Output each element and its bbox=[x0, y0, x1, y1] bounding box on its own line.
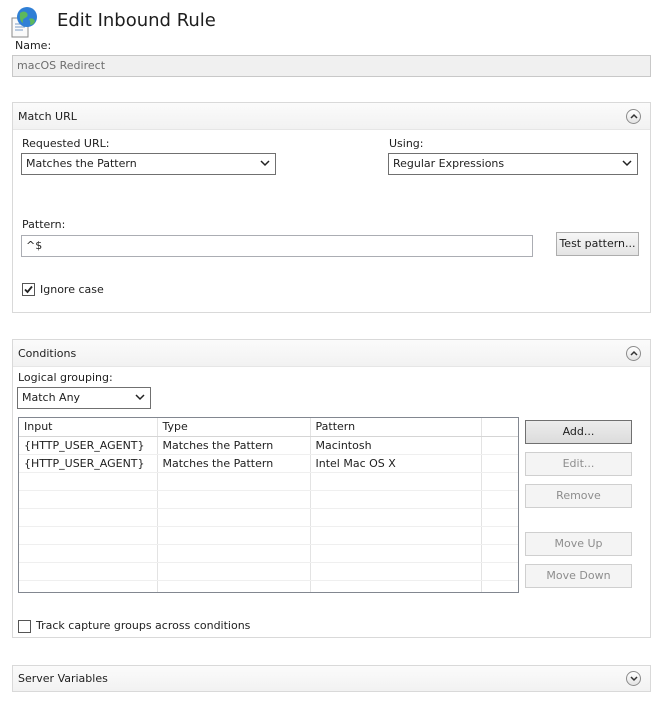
chevron-down-icon bbox=[622, 160, 632, 167]
chevron-down-icon bbox=[135, 394, 145, 401]
table-row[interactable]: {HTTP_USER_AGENT} Matches the Pattern Ma… bbox=[19, 436, 518, 455]
cell-type: Matches the Pattern bbox=[157, 454, 311, 473]
requested-url-select[interactable]: Matches the Pattern bbox=[21, 153, 276, 175]
server-variables-section: Server Variables bbox=[12, 665, 651, 692]
edit-condition-button[interactable]: Edit... bbox=[525, 452, 632, 476]
logical-grouping-select[interactable]: Match Any bbox=[17, 387, 151, 409]
logical-grouping-value: Match Any bbox=[22, 391, 81, 404]
empty-row bbox=[19, 472, 518, 491]
server-variables-title: Server Variables bbox=[18, 672, 108, 685]
server-variables-header[interactable]: Server Variables bbox=[13, 666, 650, 691]
empty-row bbox=[19, 544, 518, 563]
using-label: Using: bbox=[389, 137, 424, 150]
table-row[interactable]: {HTTP_USER_AGENT} Matches the Pattern In… bbox=[19, 454, 518, 473]
cell-pattern: Intel Mac OS X bbox=[310, 454, 482, 473]
requested-url-label: Requested URL: bbox=[22, 137, 110, 150]
column-header-input[interactable]: Input bbox=[19, 418, 158, 437]
chevron-up-circle-icon[interactable] bbox=[626, 346, 641, 361]
using-select[interactable]: Regular Expressions bbox=[388, 153, 638, 175]
cell-filler bbox=[481, 454, 518, 473]
match-url-section: Match URL bbox=[12, 102, 651, 313]
conditions-header[interactable]: Conditions bbox=[13, 340, 650, 367]
match-url-header[interactable]: Match URL bbox=[13, 103, 650, 130]
cell-input: {HTTP_USER_AGENT} bbox=[19, 454, 158, 473]
ignore-case-label: Ignore case bbox=[40, 283, 104, 296]
using-value: Regular Expressions bbox=[393, 157, 505, 170]
conditions-table[interactable]: Input Type Pattern {HTTP_USER_AGENT} Mat… bbox=[18, 417, 519, 593]
requested-url-value: Matches the Pattern bbox=[26, 157, 137, 170]
conditions-title: Conditions bbox=[18, 347, 77, 360]
move-up-button[interactable]: Move Up bbox=[525, 532, 632, 556]
page-title: Edit Inbound Rule bbox=[57, 10, 216, 31]
name-label: Name: bbox=[15, 39, 52, 52]
column-header-filler bbox=[481, 418, 518, 437]
test-pattern-button[interactable]: Test pattern... bbox=[556, 232, 639, 256]
cell-type: Matches the Pattern bbox=[157, 436, 311, 455]
logical-grouping-label: Logical grouping: bbox=[18, 371, 113, 384]
empty-row bbox=[19, 526, 518, 545]
cell-filler bbox=[481, 436, 518, 455]
empty-row bbox=[19, 562, 518, 581]
rule-icon bbox=[10, 6, 40, 38]
track-capture-label: Track capture groups across conditions bbox=[36, 619, 251, 632]
chevron-down-icon bbox=[260, 160, 270, 167]
name-field[interactable]: macOS Redirect bbox=[12, 55, 651, 77]
empty-row bbox=[19, 508, 518, 527]
chevron-down-circle-icon[interactable] bbox=[626, 671, 641, 686]
table-header-row: Input Type Pattern bbox=[19, 418, 518, 437]
checkmark-icon bbox=[24, 285, 33, 294]
match-url-title: Match URL bbox=[18, 110, 77, 123]
column-header-type[interactable]: Type bbox=[157, 418, 311, 437]
pattern-label: Pattern: bbox=[22, 218, 66, 231]
empty-row bbox=[19, 580, 518, 592]
chevron-up-circle-icon[interactable] bbox=[626, 109, 641, 124]
add-condition-button[interactable]: Add... bbox=[525, 420, 632, 444]
column-header-pattern[interactable]: Pattern bbox=[310, 418, 482, 437]
ignore-case-checkbox[interactable] bbox=[22, 283, 35, 296]
move-down-button[interactable]: Move Down bbox=[525, 564, 632, 588]
cell-pattern: Macintosh bbox=[310, 436, 482, 455]
track-capture-checkbox[interactable] bbox=[18, 620, 31, 633]
cell-input: {HTTP_USER_AGENT} bbox=[19, 436, 158, 455]
empty-row bbox=[19, 490, 518, 509]
remove-condition-button[interactable]: Remove bbox=[525, 484, 632, 508]
pattern-input[interactable]: ^$ bbox=[21, 235, 533, 257]
